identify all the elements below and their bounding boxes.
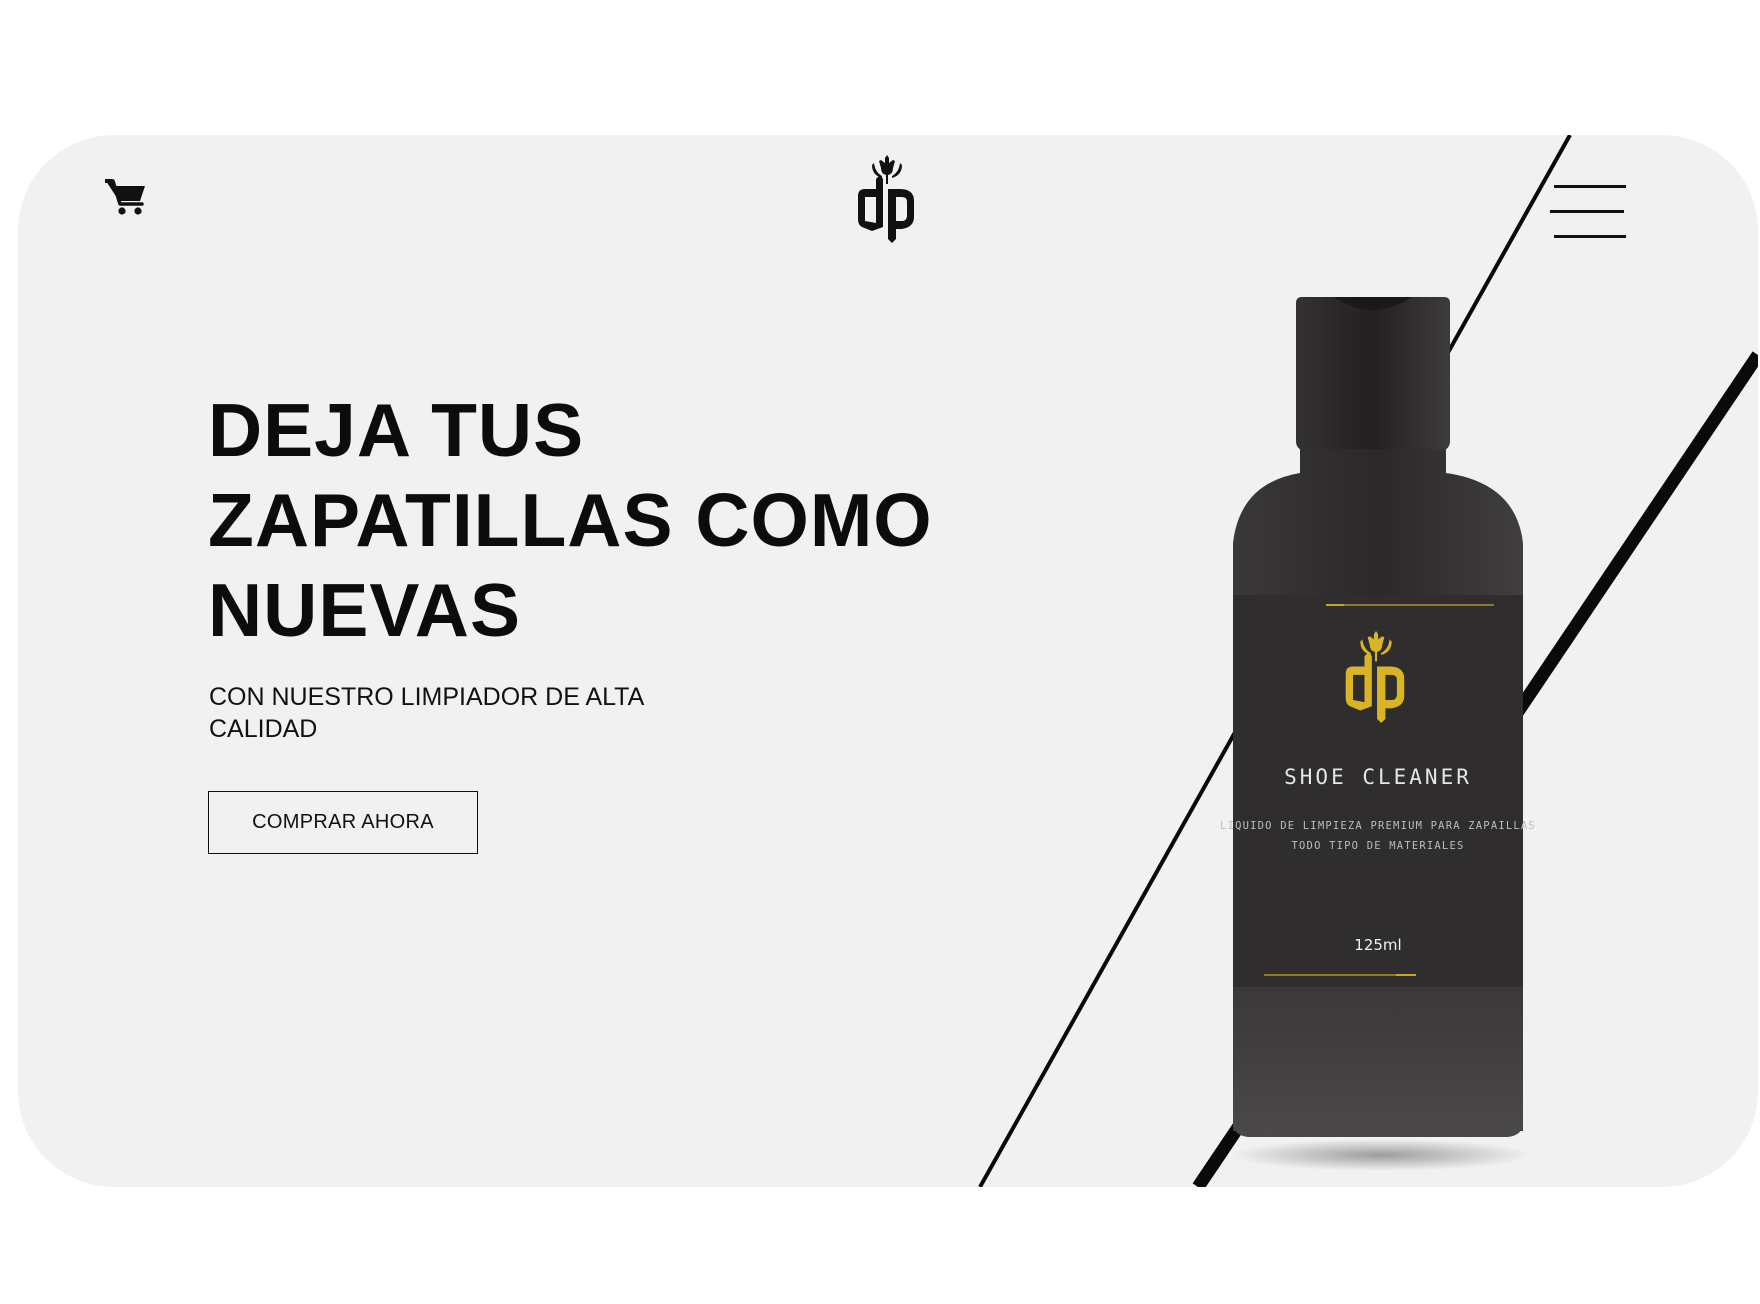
dp-logo-icon[interactable] <box>852 155 922 243</box>
shopping-cart-icon[interactable] <box>104 177 148 217</box>
product-bottle-image: SHOE CLEANER LIQUIDO DE LIMPIEZA PREMIUM… <box>1216 293 1540 1173</box>
hero-subheadline: CON NUESTRO LIMPIADOR DE ALTA CALIDAD <box>209 683 643 743</box>
product-name: SHOE CLEANER <box>1284 765 1472 789</box>
hamburger-menu-icon[interactable] <box>1550 185 1626 241</box>
product-description-line1: LIQUIDO DE LIMPIEZA PREMIUM PARA ZAPAILL… <box>1220 820 1536 832</box>
hero-card: DEJA TUS ZAPATILLAS COMO NUEVAS CON NUES… <box>18 135 1758 1187</box>
product-volume: 125ml <box>1354 936 1402 954</box>
product-description-line2: TODO TIPO DE MATERIALES <box>1291 840 1465 852</box>
hero-headline: DEJA TUS ZAPATILLAS COMO NUEVAS <box>208 388 933 652</box>
buy-now-button[interactable]: COMPRAR AHORA <box>208 791 478 854</box>
label-dp-logo-icon <box>1339 631 1413 723</box>
